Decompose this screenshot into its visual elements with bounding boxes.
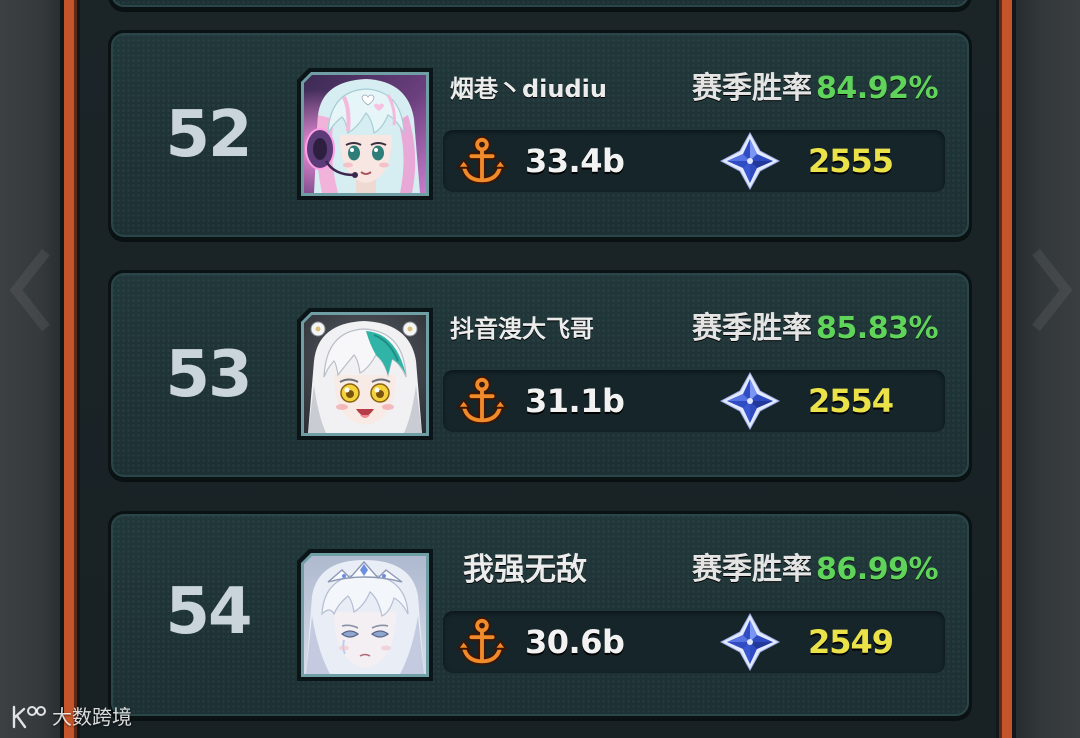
leaderboard-row[interactable]: 53 抖音溲大飞哥 赛季胜率 85.83% 31.1b 2554 [108, 270, 972, 480]
win-rate-label: 赛季胜率 [692, 311, 813, 346]
power-value: 30.6b [525, 623, 625, 661]
score-value: 2554 [808, 382, 894, 420]
anchor-icon [455, 375, 509, 425]
rank-number: 53 [165, 338, 252, 412]
rank-number: 52 [165, 98, 252, 172]
watermark-logo-icon [12, 705, 46, 729]
anchor-icon [455, 135, 509, 185]
leaderboard-row[interactable]: 54 我强无敌 赛季胜率 86.99% 30.6b 2549 [108, 511, 972, 719]
white-teal-haired-girl-avatar-icon [304, 315, 426, 433]
silver-haired-tiara-girl-avatar-icon [304, 556, 426, 674]
season-win-rate: 赛季胜率 85.83% [692, 310, 938, 348]
pink-haired-girl-avatar-icon [304, 75, 426, 193]
diamond-icon [720, 613, 780, 671]
player-name: 抖音溲大飞哥 [450, 315, 594, 343]
right-frame-border [996, 0, 1016, 738]
right-chevron-icon [1032, 248, 1073, 332]
player-name: 烟巷丶diudiu [450, 75, 607, 103]
season-win-rate: 赛季胜率 86.99% [692, 551, 938, 589]
right-background [1016, 0, 1080, 738]
win-rate-value: 85.83% [816, 311, 938, 346]
player-avatar[interactable] [297, 308, 433, 440]
win-rate-label: 赛季胜率 [692, 71, 813, 106]
left-frame-border [60, 0, 80, 738]
diamond-icon [720, 132, 780, 190]
power-value: 33.4b [525, 142, 625, 180]
diamond-icon [720, 372, 780, 430]
season-win-rate: 赛季胜率 84.92% [692, 70, 938, 108]
player-avatar[interactable] [297, 68, 433, 200]
power-value: 31.1b [525, 382, 625, 420]
leaderboard-row[interactable]: 52 烟巷丶diudiu 赛季胜率 84.92% 33.4b 2555 [108, 30, 972, 240]
player-name: 我强无敌 [463, 552, 587, 588]
rank-number: 54 [165, 575, 252, 649]
watermark-text: 大数跨境 [52, 705, 132, 729]
anchor-icon [455, 616, 509, 666]
win-rate-value: 86.99% [816, 552, 938, 587]
stats-bar: 30.6b 2549 [443, 611, 945, 673]
stats-bar: 33.4b 2555 [443, 130, 945, 192]
left-background [0, 0, 60, 738]
score-value: 2555 [808, 142, 894, 180]
score-value: 2549 [808, 623, 894, 661]
leaderboard-row-partial[interactable] [108, 0, 972, 10]
player-avatar[interactable] [297, 549, 433, 681]
win-rate-label: 赛季胜率 [692, 552, 813, 587]
win-rate-value: 84.92% [816, 71, 938, 106]
stats-bar: 31.1b 2554 [443, 370, 945, 432]
left-chevron-icon [9, 248, 50, 332]
